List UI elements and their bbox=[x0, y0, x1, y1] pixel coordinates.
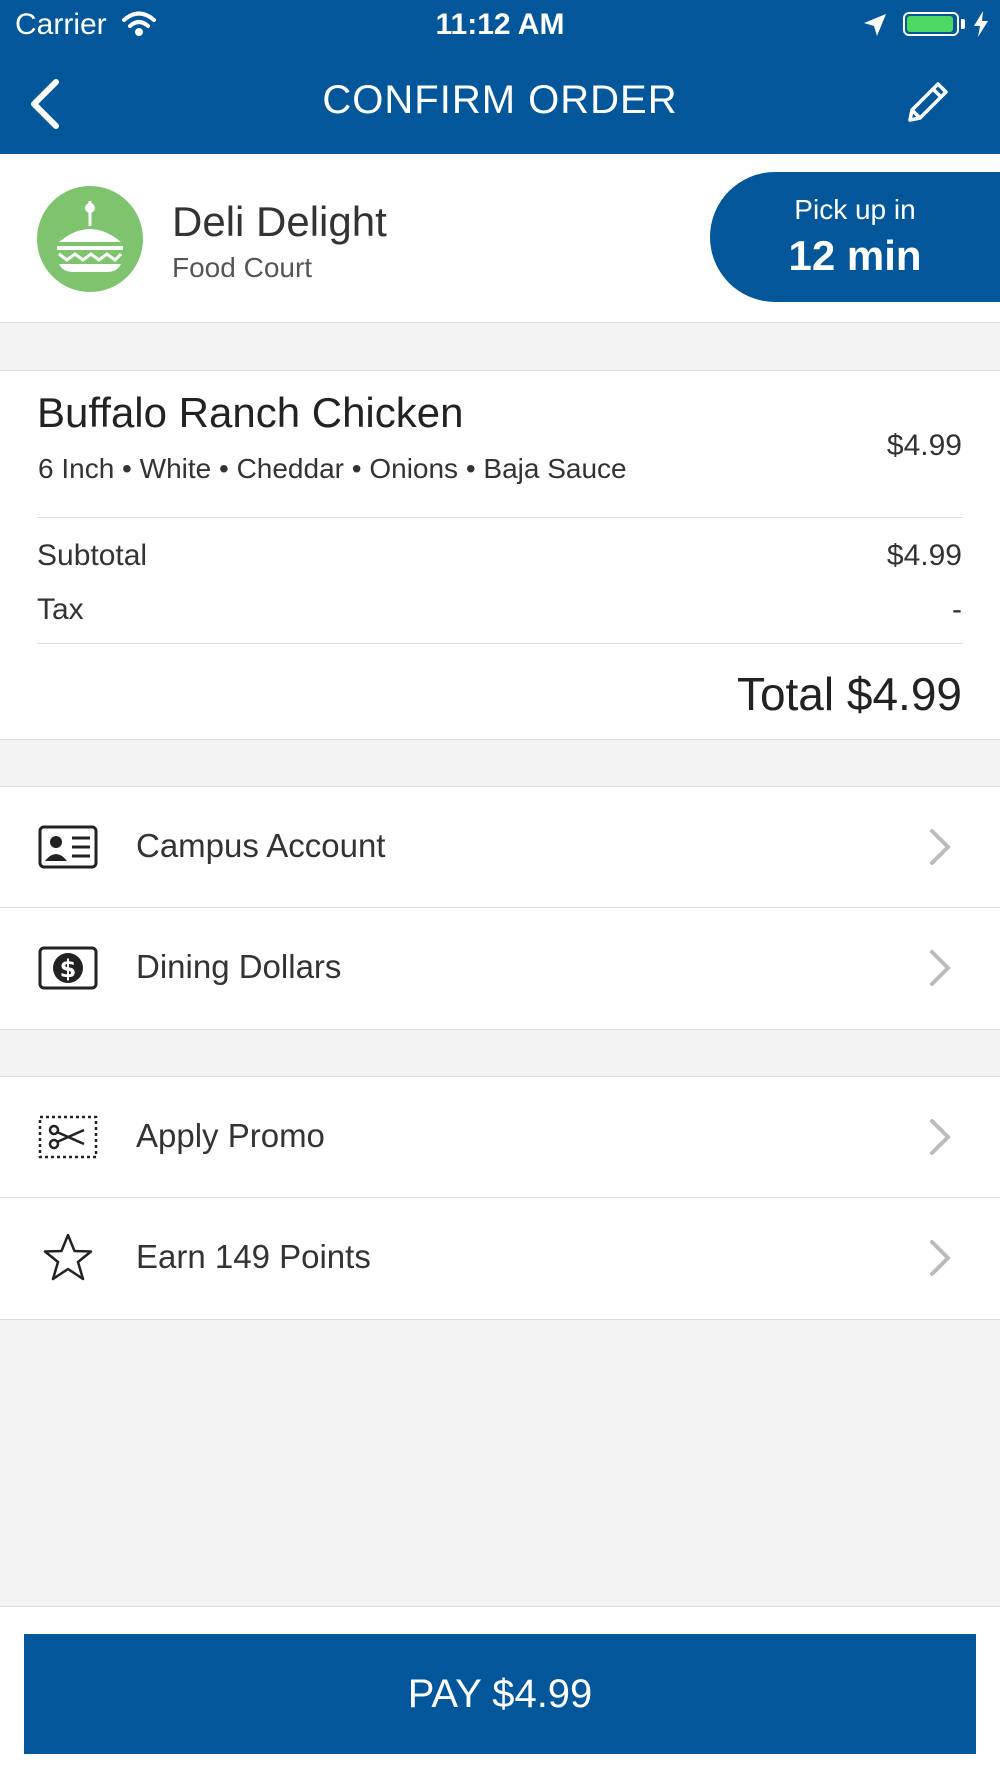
store-header: Deli Delight Food Court Pick up in 12 mi… bbox=[0, 154, 1000, 323]
payment-option-label: Dining Dollars bbox=[136, 948, 342, 985]
store-name: Deli Delight bbox=[172, 198, 387, 245]
pickup-time: 12 min bbox=[788, 232, 922, 279]
navigation-bar: Carrier 11:12 AM CONFIRM ORDER bbox=[0, 0, 1000, 154]
apply-promo-label: Apply Promo bbox=[136, 1117, 325, 1154]
payment-option-label: Campus Account bbox=[136, 827, 386, 864]
location-arrow-icon bbox=[862, 12, 888, 43]
order-extras: Apply Promo Earn 149 Points bbox=[0, 1076, 1000, 1320]
earn-points-label: Earn 149 Points bbox=[136, 1238, 371, 1275]
tax-value: - bbox=[952, 593, 962, 626]
status-time: 11:12 AM bbox=[435, 8, 565, 41]
sandwich-logo-icon bbox=[37, 186, 143, 292]
tax-label: Tax bbox=[37, 593, 84, 626]
subtotal-value: $4.99 bbox=[886, 539, 962, 572]
subtotal-label: Subtotal bbox=[37, 539, 148, 572]
order-summary: Buffalo Ranch Chicken 6 Inch • White • C… bbox=[0, 370, 1000, 740]
payment-methods: Campus Account $ Dining Dollars bbox=[0, 786, 1000, 1030]
id-card-icon bbox=[38, 821, 98, 873]
payment-option-dining-dollars[interactable]: $ Dining Dollars bbox=[0, 907, 1000, 1028]
item-name: Buffalo Ranch Chicken bbox=[37, 389, 464, 436]
pickup-label: Pick up in bbox=[794, 194, 916, 225]
chevron-right-icon bbox=[928, 1117, 952, 1162]
page-title: CONFIRM ORDER bbox=[322, 78, 678, 122]
pay-button[interactable]: PAY $4.99 bbox=[24, 1634, 976, 1754]
battery-icon bbox=[903, 12, 959, 36]
coupon-icon bbox=[38, 1111, 98, 1163]
apply-promo-row[interactable]: Apply Promo bbox=[0, 1077, 1000, 1197]
chevron-right-icon bbox=[928, 1238, 952, 1283]
battery-cap bbox=[961, 19, 965, 29]
svg-text:$: $ bbox=[60, 955, 77, 983]
charging-bolt-icon bbox=[972, 10, 990, 43]
checkout-footer: PAY $4.99 bbox=[0, 1606, 1000, 1779]
store-location: Food Court bbox=[172, 252, 313, 283]
divider bbox=[37, 517, 963, 518]
pickup-time-badge: Pick up in 12 min bbox=[710, 172, 1000, 302]
star-icon bbox=[38, 1232, 98, 1284]
divider bbox=[37, 643, 963, 644]
chevron-right-icon bbox=[928, 827, 952, 872]
dollar-bill-icon: $ bbox=[38, 942, 98, 994]
earn-points-row[interactable]: Earn 149 Points bbox=[0, 1197, 1000, 1318]
status-bar: Carrier 11:12 AM bbox=[0, 0, 1000, 50]
item-price: $4.99 bbox=[886, 429, 962, 462]
chevron-right-icon bbox=[928, 948, 952, 993]
item-modifiers: 6 Inch • White • Cheddar • Onions • Baja… bbox=[38, 453, 627, 484]
payment-option-campus-account[interactable]: Campus Account bbox=[0, 787, 1000, 907]
order-total: Total $4.99 bbox=[736, 668, 962, 720]
edit-pencil-icon[interactable] bbox=[902, 78, 952, 133]
